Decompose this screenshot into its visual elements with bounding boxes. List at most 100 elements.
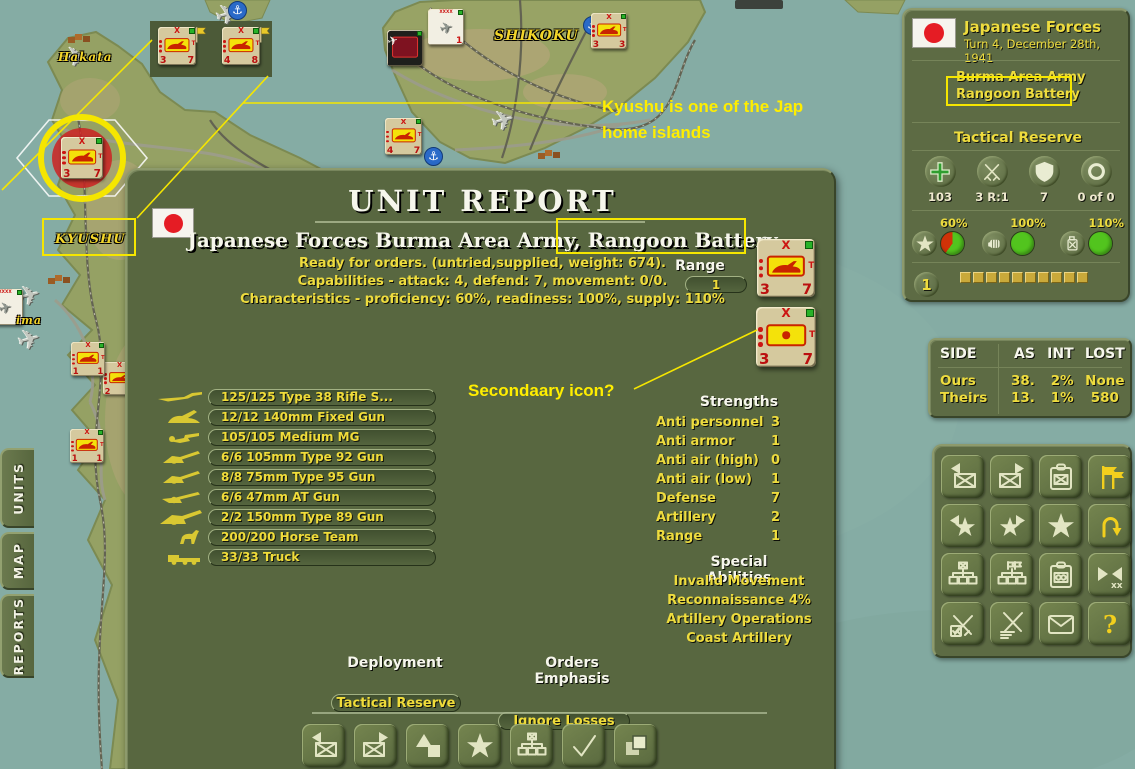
strength-row: Range 1 [656, 529, 780, 544]
town-icon [55, 275, 62, 281]
strength-pip [1051, 272, 1062, 283]
map-label-ima: ima [16, 314, 42, 327]
fuel-icon [1060, 231, 1086, 256]
strength-pips [960, 272, 1088, 283]
equipment-pill[interactable]: 8/8 75mm Type 95 Gun [208, 468, 436, 486]
unit-roster-icon[interactable] [1039, 455, 1082, 498]
heavy-gun-icon [150, 509, 208, 525]
oob-icon[interactable] [510, 724, 553, 767]
star-icon [912, 231, 937, 256]
field-gun-icon [150, 450, 208, 464]
tab-units[interactable]: UNITS [0, 448, 34, 528]
status-square-icon [620, 14, 626, 20]
equipment-row: 12/12 140mm Fixed Gun [150, 407, 450, 427]
roster-loop-icon[interactable] [1039, 553, 1082, 596]
unit-counter[interactable]: X T ✈ 3 7 [757, 238, 815, 298]
equipment-pill[interactable]: 33/33 Truck [208, 548, 436, 566]
equipment-pill[interactable]: 6/6 47mm AT Gun [208, 488, 436, 506]
equipment-pill[interactable]: 6/6 105mm Type 92 Gun [208, 448, 436, 466]
prev-unit-icon[interactable] [941, 455, 984, 498]
unit-counter[interactable]: X T ✈ 3 3 [591, 12, 627, 50]
unit-counter[interactable]: X T ✈ 1 1 [71, 341, 105, 377]
tab-reports[interactable]: REPORTS [0, 594, 34, 678]
equipment-row: 8/8 75mm Type 95 Gun [150, 467, 450, 487]
unit-counter[interactable]: XXXX ✈ 1 [428, 9, 464, 46]
unit-symbol [597, 23, 621, 37]
help-icon[interactable]: ? [1088, 602, 1131, 645]
oob-icon[interactable] [941, 553, 984, 596]
formation-star-icon[interactable] [1039, 504, 1082, 547]
oob-flags-icon[interactable] [990, 553, 1033, 596]
undo-icon[interactable] [1088, 504, 1131, 547]
division-icon[interactable]: xx [1088, 553, 1131, 596]
annotation-secondary-note: Secondaary icon? [468, 381, 615, 400]
strength-pip [1038, 272, 1049, 283]
next-formation-icon[interactable] [990, 504, 1033, 547]
unit-counter[interactable]: X T ✈ 3 7 [756, 306, 816, 368]
flag-icon [260, 27, 271, 43]
equipment-pill[interactable]: 12/12 140mm Fixed Gun [208, 408, 436, 426]
status-square-icon [805, 309, 814, 318]
equipment-row: 125/125 Type 38 Rifle S... [150, 387, 450, 407]
strength-pip [1012, 272, 1023, 283]
objective-flags-icon[interactable] [1088, 455, 1131, 498]
strength-row: Defense 7 [656, 491, 780, 506]
equipment-pill[interactable]: 2/2 150mm Type 89 Gun [208, 508, 436, 526]
strength-pip [1025, 272, 1036, 283]
dialog-toolbar [302, 724, 657, 767]
equipment-pill[interactable]: 105/105 Medium MG [208, 428, 436, 446]
fist-icon [982, 231, 1008, 256]
next-unit-icon[interactable] [354, 724, 397, 767]
unit-counter[interactable]: X T ✈ 3 7 [158, 26, 207, 66]
strength-dots [758, 327, 763, 332]
next-unit-icon[interactable] [990, 455, 1033, 498]
clone-icon[interactable] [614, 724, 657, 767]
stat[interactable]: 0 of 0 [1072, 156, 1120, 204]
stat[interactable]: 3 R:1 [968, 156, 1016, 204]
gauge[interactable]: 60% [912, 216, 968, 256]
special-ability: Reconnaissance 4% [667, 593, 811, 608]
equipment-row: 2/2 150mm Type 89 Gun [150, 507, 450, 527]
map-label-kyushu: KYUSHU [55, 232, 126, 247]
tab-map[interactable]: MAP [0, 532, 34, 590]
stat[interactable]: 103 [916, 156, 964, 204]
strength-row: Anti air (high) 0 [656, 453, 780, 468]
equipment-pill[interactable]: 200/200 Horse Team [208, 528, 436, 546]
deployment-pill[interactable]: Tactical Reserve [331, 694, 461, 712]
strength-dots [386, 130, 390, 134]
status-square-icon [98, 430, 103, 435]
attack-list-icon[interactable] [990, 602, 1033, 645]
unit-counter[interactable]: X T ✈ 1 1 [70, 428, 104, 464]
faction-name: Japanese Forces [964, 18, 1102, 36]
equipment-pill[interactable]: 125/125 Type 38 Rifle S... [208, 388, 436, 406]
mg-icon [150, 430, 208, 444]
japan-flag-icon [912, 18, 956, 48]
flag-icon [196, 27, 207, 43]
gauge[interactable]: 110% [1060, 216, 1124, 256]
prev-unit-icon[interactable] [302, 724, 345, 767]
unit-counter[interactable]: X T ✈ 4 7 [385, 117, 422, 156]
posture-label: Tactical Reserve [953, 130, 1083, 146]
attack-planner-icon[interactable] [941, 602, 984, 645]
horse-icon [150, 529, 208, 545]
unit-symbol [164, 38, 190, 52]
deployment-label: Deployment [347, 655, 443, 671]
formation-star-icon[interactable] [458, 724, 501, 767]
gauge[interactable]: 100% [982, 216, 1046, 256]
air-superiority-table: SIDE AS INT LOST Ours 38. 2% None Theirs… [928, 338, 1132, 418]
unit-counter[interactable]: X T ✈ 4 8 [222, 26, 271, 66]
strength-row: Anti air (low) 1 [656, 472, 780, 487]
deploy-icon[interactable] [406, 724, 449, 767]
unit-counter[interactable]: ✈ [386, 30, 423, 66]
rifle-icon [150, 390, 208, 404]
plane-glyph: ✈ [0, 298, 14, 319]
stat[interactable]: 7 [1020, 156, 1068, 204]
confirm-icon[interactable] [562, 724, 605, 767]
unit-symbol [766, 255, 806, 277]
prev-formation-icon[interactable] [941, 504, 984, 547]
equipment-row: 6/6 47mm AT Gun [150, 487, 450, 507]
message-icon[interactable] [1039, 602, 1082, 645]
annotation-box-subtitle [556, 218, 746, 254]
unit-symbol [76, 351, 100, 365]
strength-pip [1064, 272, 1075, 283]
